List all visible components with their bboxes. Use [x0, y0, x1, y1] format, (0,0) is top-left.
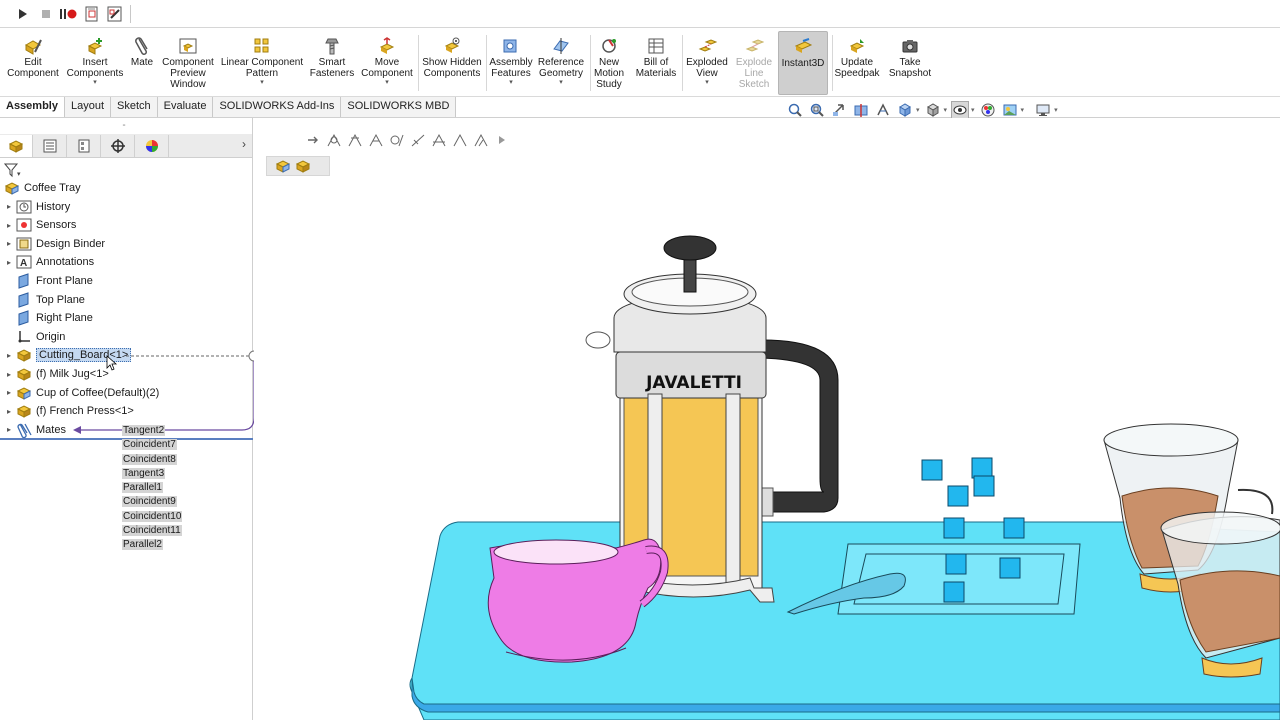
- exploded-view-icon: [698, 39, 717, 52]
- smart-fasteners-button[interactable]: Smart Fasteners: [308, 31, 356, 95]
- mate-item[interactable]: Coincident8: [121, 453, 183, 467]
- mate-item[interactable]: Coincident11: [121, 524, 183, 538]
- component-preview-window-button[interactable]: Component Preview Window: [158, 31, 218, 95]
- previous-view-icon[interactable]: [830, 101, 848, 119]
- move-component-icon: [379, 37, 395, 54]
- macro-edit-icon[interactable]: [105, 4, 125, 24]
- explode-line-sketch-button[interactable]: Explode Line Sketch: [732, 31, 776, 95]
- mates-list: Tangent2 Coincident7 Coincident8 Tangent…: [121, 424, 183, 553]
- edit-component-icon: [24, 39, 42, 55]
- bom-table-icon: [648, 38, 664, 54]
- instant3d-icon: [794, 38, 813, 53]
- tab-sketch[interactable]: Sketch: [111, 97, 158, 117]
- linear-component-pattern-button[interactable]: Linear Component Pattern ▾: [220, 31, 304, 95]
- instant3d-button[interactable]: Instant3D: [778, 31, 828, 95]
- feature-manager-panel: ⁃ › ▾ Coffee Tray ▸ History ▸ Sensors ▸ …: [0, 118, 260, 720]
- move-component-button[interactable]: Move Component ▾: [358, 31, 416, 95]
- mate-button[interactable]: Mate: [128, 31, 156, 95]
- mate-item[interactable]: Coincident9: [121, 495, 183, 509]
- speedpak-icon: [849, 39, 865, 53]
- graphics-viewport[interactable]: JAVALETTI: [254, 118, 1280, 720]
- mate-item[interactable]: Parallel2: [121, 538, 183, 552]
- stop-icon[interactable]: [36, 4, 56, 24]
- update-speedpak-button[interactable]: Update Speedpak: [834, 31, 880, 95]
- mate-connector-overlay: [73, 350, 260, 434]
- display-style-icon[interactable]: [924, 101, 942, 119]
- tab-layout[interactable]: Layout: [64, 97, 112, 117]
- brand-label: JAVALETTI: [645, 373, 742, 393]
- take-snapshot-button[interactable]: Take Snapshot: [884, 31, 936, 95]
- bill-of-materials-button[interactable]: Bill of Materials: [632, 31, 680, 95]
- tab-assembly[interactable]: Assembly: [0, 97, 65, 117]
- view-settings-icon[interactable]: [1034, 101, 1052, 119]
- mate-item[interactable]: Tangent3: [121, 467, 183, 481]
- tab-solidworks-add-ins[interactable]: SOLIDWORKS Add-Ins: [213, 97, 342, 117]
- assembly-features-button[interactable]: Assembly Features ▾: [488, 31, 534, 95]
- show-hidden-icon: [444, 37, 460, 53]
- mate-item[interactable]: Tangent2: [121, 424, 183, 438]
- preview-window-icon: [179, 38, 197, 54]
- tab-evaluate[interactable]: Evaluate: [157, 97, 214, 117]
- apply-scene-icon[interactable]: [1001, 101, 1019, 119]
- 3d-model-scene[interactable]: JAVALETTI: [254, 118, 1280, 720]
- pause-record-icon[interactable]: [58, 4, 78, 24]
- insert-components-button[interactable]: Insert Components ▾: [64, 31, 126, 95]
- camera-icon: [902, 40, 918, 53]
- tab-solidworks-mbd[interactable]: SOLIDWORKS MBD: [341, 97, 457, 117]
- insert-components-icon: [87, 38, 103, 55]
- reference-geometry-icon: [553, 38, 569, 54]
- exploded-view-button[interactable]: Exploded View ▾: [684, 31, 730, 95]
- mate-item[interactable]: Coincident7: [121, 438, 183, 452]
- play-icon[interactable]: [12, 4, 32, 24]
- heads-up-view-toolbar: ▾ ▾ ▾ ▾ ▾: [786, 100, 1058, 120]
- edit-component-button[interactable]: Edit Component: [4, 31, 62, 95]
- view-orientation-icon[interactable]: [896, 101, 914, 119]
- edit-appearance-icon[interactable]: [979, 101, 997, 119]
- solidworks-window: Edit Component Insert Components ▾ Mate …: [0, 0, 1280, 720]
- assembly-features-icon: [503, 39, 517, 53]
- dynamic-annotation-icon[interactable]: [874, 101, 892, 119]
- hide-show-items-icon[interactable]: [951, 101, 970, 119]
- new-motion-study-button[interactable]: New Motion Study: [592, 31, 626, 95]
- fastener-icon: [325, 38, 339, 55]
- macro-toolbar: [0, 0, 1280, 28]
- section-view-icon[interactable]: [852, 101, 870, 119]
- reference-geometry-button[interactable]: Reference Geometry ▾: [536, 31, 586, 95]
- mate-item[interactable]: Coincident10: [121, 510, 183, 524]
- command-manager-tabs: Assembly Layout Sketch Evaluate SOLIDWOR…: [0, 97, 457, 117]
- show-hidden-components-button[interactable]: Show Hidden Components: [420, 31, 484, 95]
- pattern-icon: [254, 38, 269, 53]
- zoom-to-area-icon[interactable]: [808, 101, 826, 119]
- explode-line-sketch-icon: [745, 39, 764, 52]
- macro-new-icon[interactable]: [82, 4, 102, 24]
- mate-item[interactable]: Parallel1: [121, 481, 183, 495]
- motion-study-icon: [602, 39, 616, 53]
- command-manager: Edit Component Insert Components ▾ Mate …: [0, 29, 1280, 97]
- mate-paperclip-icon: [135, 37, 148, 55]
- zoom-to-fit-icon[interactable]: [786, 101, 804, 119]
